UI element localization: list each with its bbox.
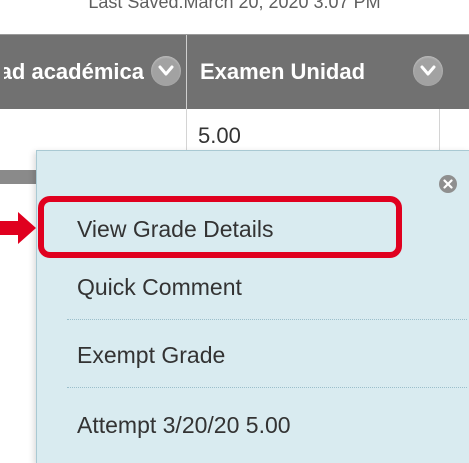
menu-divider	[67, 387, 467, 388]
column-header-actividad[interactable]: Actividad académica	[0, 35, 187, 109]
grade-center-header-row: Actividad académica Examen Unidad	[0, 34, 469, 109]
column-menu-chevron-icon[interactable]	[413, 56, 443, 86]
menu-divider	[67, 319, 467, 320]
menu-item-view-grade-details[interactable]: View Grade Details	[41, 201, 465, 257]
menu-item-label: Exempt Grade	[77, 341, 226, 368]
menu-item-label: Quick Comment	[77, 273, 242, 300]
menu-item-quick-comment[interactable]: Quick Comment	[41, 259, 465, 315]
menu-item-label: Attempt 3/20/20 5.00	[77, 411, 291, 438]
last-saved-status: Last Saved:March 20, 2020 3:07 PM	[88, 0, 381, 12]
column-header-label: Examen Unidad	[200, 59, 366, 84]
grade-context-menu: View Grade Details Quick Comment Exempt …	[36, 150, 469, 463]
grade-cell-value: 5.00	[198, 123, 241, 148]
menu-item-attempt[interactable]: Attempt 3/20/20 5.00	[41, 397, 465, 453]
menu-item-label: View Grade Details	[77, 215, 274, 242]
menu-item-exempt-grade[interactable]: Exempt Grade	[41, 327, 465, 383]
arrow-right-icon	[0, 212, 36, 244]
close-icon[interactable]	[439, 175, 457, 193]
column-header-examen-unidad[interactable]: Examen Unidad	[187, 35, 469, 109]
column-menu-chevron-icon[interactable]	[151, 56, 181, 86]
column-header-label: Actividad académica	[4, 59, 144, 84]
